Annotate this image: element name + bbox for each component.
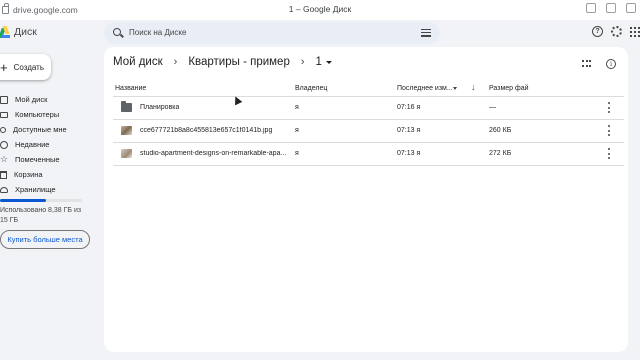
folder-icon xyxy=(121,101,132,112)
column-name-header[interactable]: Название xyxy=(115,85,146,92)
sidebar-item-storage[interactable]: Хранилище xyxy=(0,182,100,197)
chevron-right-icon: › xyxy=(173,56,178,68)
search-input[interactable]: Поиск на Диске xyxy=(129,28,186,37)
column-size-header[interactable]: Размер фай xyxy=(489,85,529,92)
sidebar-item-label: Компьютеры xyxy=(15,110,60,119)
file-owner: я xyxy=(295,104,299,111)
bookmark-icon[interactable] xyxy=(606,3,616,13)
file-owner: я xyxy=(295,150,299,157)
drive-logo[interactable]: Диск xyxy=(0,26,37,38)
sidebar-item-label: Мой диск xyxy=(15,95,48,104)
sidebar-item-shared[interactable]: Доступные мне xyxy=(0,122,100,137)
tab-title: 1 – Google Диск xyxy=(288,4,352,14)
sidebar-item-starred[interactable]: Помеченные xyxy=(0,152,100,167)
column-modified-header[interactable]: Последнее изм... xyxy=(397,85,453,92)
info-icon[interactable]: i xyxy=(606,59,616,69)
apps-icon[interactable] xyxy=(630,26,640,37)
sidebar-item-label: Доступные мне xyxy=(13,125,67,134)
chevron-right-icon: › xyxy=(300,56,305,68)
trash-icon xyxy=(0,170,7,179)
shared-icon xyxy=(0,126,6,133)
header-actions: ? xyxy=(592,26,640,37)
view-controls: i xyxy=(582,59,616,69)
clock-icon xyxy=(0,140,8,149)
sidebar-item-my-drive[interactable]: Мой диск xyxy=(0,92,100,107)
file-size: 260 КБ xyxy=(489,127,512,134)
grid-view-icon[interactable] xyxy=(582,60,591,68)
extensions-icon[interactable] xyxy=(626,3,636,13)
column-owner-header[interactable]: Владелец xyxy=(295,85,327,92)
sort-arrow-icon[interactable]: ↓ xyxy=(471,82,476,92)
storage-bar xyxy=(0,199,82,202)
file-modified: 07:13 я xyxy=(397,150,421,157)
breadcrumb-current-label: 1 xyxy=(315,56,322,68)
create-label: Создать xyxy=(13,62,44,72)
caret-down-icon xyxy=(325,60,332,64)
file-size: — xyxy=(489,104,496,111)
create-button[interactable]: + Создать xyxy=(0,54,51,80)
dropdown-arrow-icon[interactable] xyxy=(453,87,457,90)
sidebar-item-trash[interactable]: Корзина xyxy=(0,167,100,182)
breadcrumb-item-folder[interactable]: Квартиры - пример xyxy=(188,56,290,68)
sidebar-item-label: Помеченные xyxy=(15,155,60,164)
more-actions-icon[interactable] xyxy=(607,102,610,113)
file-name: studio-apartment-designs-on-remarkable-a… xyxy=(140,150,287,157)
browser-bar: drive.google.com 1 – Google Диск xyxy=(0,0,640,20)
table-row[interactable]: studio-apartment-designs-on-remarkable-a… xyxy=(113,143,624,166)
file-modified: 07:13 я xyxy=(397,127,421,134)
sidebar-item-label: Хранилище xyxy=(15,185,56,194)
breadcrumb-item-current[interactable]: 1 xyxy=(316,56,332,68)
star-icon xyxy=(0,154,8,165)
table-row[interactable]: Планировка я 07:16 я — xyxy=(113,97,624,120)
image-thumbnail-icon xyxy=(121,126,132,135)
file-name: Планировка xyxy=(140,104,180,111)
plus-icon: + xyxy=(0,59,8,75)
storage-text: Использовано 8,38 ГБ из 15 ГБ xyxy=(0,207,82,224)
file-modified: 07:16 я xyxy=(397,104,421,111)
breadcrumb: Мой диск › Квартиры - пример › 1 xyxy=(113,56,332,68)
table-row[interactable]: cce677721b8a8c455813e657c1f0141b.jpg я 0… xyxy=(113,120,624,143)
storage-bar-fill xyxy=(0,199,46,202)
sidebar-item-label: Корзина xyxy=(14,170,43,179)
main-panel: Мой диск › Квартиры - пример › 1 i Назва… xyxy=(104,47,628,352)
sidebar-item-recent[interactable]: Недавние xyxy=(0,137,100,152)
browser-actions xyxy=(586,3,636,13)
logo-text: Диск xyxy=(14,26,37,38)
more-actions-icon[interactable] xyxy=(607,148,610,159)
computer-icon xyxy=(0,111,8,118)
search-icon[interactable] xyxy=(113,28,121,36)
cloud-icon xyxy=(0,186,8,193)
sidebar-nav: Мой диск Компьютеры Доступные мне Недавн… xyxy=(0,92,100,197)
breadcrumb-item-my-drive[interactable]: Мой диск xyxy=(113,56,163,68)
buy-storage-button[interactable]: Купить больше места xyxy=(0,230,90,249)
more-actions-icon[interactable] xyxy=(607,125,610,136)
file-owner: я xyxy=(295,127,299,134)
file-size: 272 КБ xyxy=(489,150,512,157)
file-name: cce677721b8a8c455813e657c1f0141b.jpg xyxy=(140,127,273,134)
sidebar-item-label: Недавние xyxy=(15,140,50,149)
drive-logo-icon xyxy=(0,26,10,38)
gear-icon[interactable] xyxy=(611,26,622,37)
table-header: Название Владелец Последнее изм... ↓ Раз… xyxy=(113,80,624,97)
my-drive-icon xyxy=(0,95,8,104)
help-icon[interactable]: ? xyxy=(592,26,603,37)
share-icon[interactable] xyxy=(586,3,596,13)
search-bar[interactable]: Поиск на Диске xyxy=(104,22,440,44)
file-table: Название Владелец Последнее изм... ↓ Раз… xyxy=(113,80,624,166)
search-options-icon[interactable] xyxy=(421,29,431,37)
sidebar-item-computers[interactable]: Компьютеры xyxy=(0,107,100,122)
image-thumbnail-icon xyxy=(121,149,132,158)
